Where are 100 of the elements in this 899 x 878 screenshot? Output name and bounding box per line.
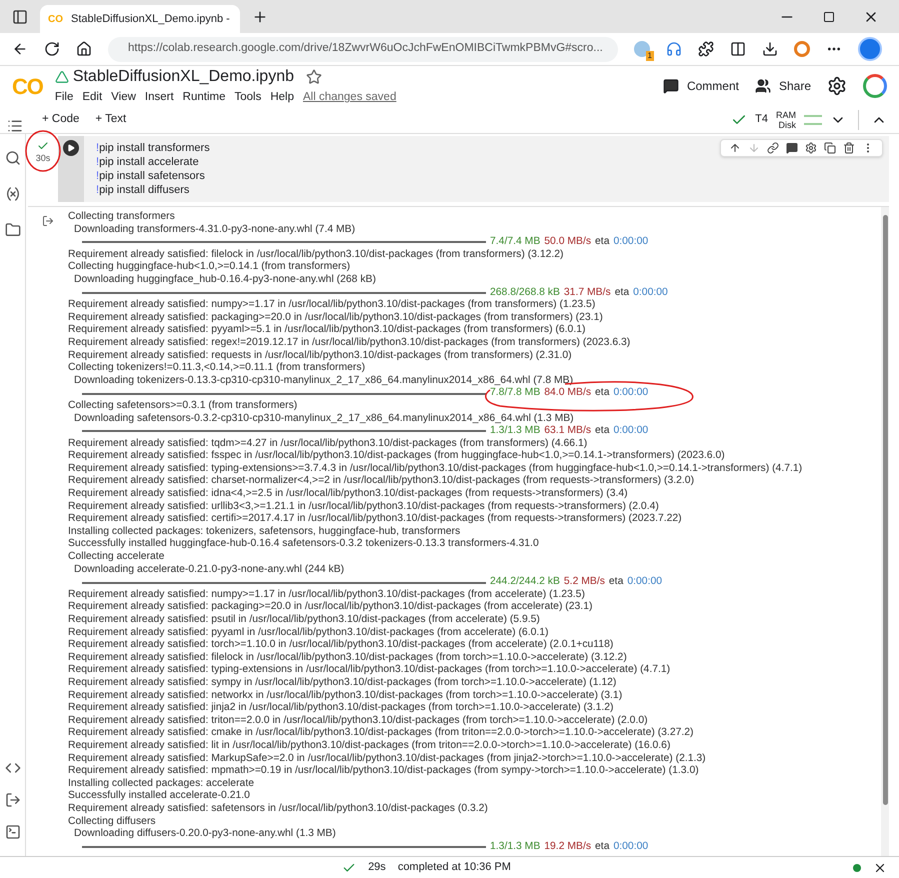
bang-symbol: ! [96,183,100,197]
refresh-icon[interactable] [44,41,60,57]
move-up-icon[interactable] [729,142,741,154]
comment-icon[interactable] [786,142,798,154]
download-amount: 1.3/1.3 MB [490,425,540,438]
code-line: pip install diffusers [99,183,190,197]
download-amount: 244.2/244.2 kB [490,576,560,589]
download-icon[interactable] [762,41,778,57]
output-line: Requirement already satisfied: certifi>=2017.4.17 in /usr/local/lib/python3.10/dist-packages (from requests->transformers) (2023.7.22) [68,513,682,526]
download-speed: 5.2 MB/s [564,576,605,589]
output-line: Downloading safetensors-0.3.2-cp310-cp310-manylinux_2_17_x86_64.manylinux2014_x86_64.whl (1.3 MB) [74,412,574,426]
output-line: Requirement already satisfied: networkx in /usr/local/lib/python3.10/dist-packages (from torch>=1.10.0->accelerate) (3.1) [68,690,622,702]
home-icon[interactable] [76,41,92,57]
eta-label: eta [595,840,610,854]
eta-label: eta [595,387,610,400]
menu-item[interactable]: Help [270,89,294,107]
run-button[interactable] [63,140,79,156]
output-line: Requirement already satisfied: pyyaml>=5.1 in /usr/local/lib/python3.10/dist-packages (from transformers) (6.0.1) [68,324,586,337]
puzzle-icon[interactable] [698,41,714,57]
execution-time: 30s [36,152,50,165]
add-code-button[interactable]: + Code [42,110,80,128]
menu-item[interactable]: Edit [82,89,102,107]
output-line: Collecting diffusers [68,816,156,828]
settings-icon[interactable] [805,142,817,154]
output-line: Requirement already satisfied: idna<4,>=2.5 in /usr/local/lib/python3.10/dist-packages (from requests->transformers) (3.4) [68,488,628,501]
scrollbar[interactable] [881,207,889,856]
save-status[interactable]: All changes saved [303,89,396,107]
output-line: Requirement already satisfied: jinja2 in /usr/local/lib/python3.10/dist-packages (from torch>=1.10.0->accelerate) (3.1.2) [68,702,614,715]
new-tab-icon[interactable] [252,8,268,24]
eta-time: 0:00:00 [613,387,648,400]
code-editor[interactable]: !pip install transformers !pip install accelerate !pip install safetensors !pip install diffusers [84,136,889,202]
share-button[interactable]: Share [754,77,811,95]
tab-actions-icon[interactable] [12,8,28,24]
download-speed: 63.1 MB/s [544,425,592,438]
output-line: Downloading tokenizers-0.13.3-cp310-cp310-manylinux_2_17_x86_64.manylinux2014_x86_64.whl (7.8 MB) [74,374,574,388]
download-speed: 50.0 MB/s [544,236,592,249]
comment-button[interactable]: Comment [662,77,739,95]
menu-item[interactable]: File [54,89,74,107]
play-icon [67,144,75,152]
colab-icon: CO [48,12,63,26]
eta-time: 0:00:00 [633,286,668,300]
variables-icon[interactable] [4,186,20,202]
download-speed: 19.2 MB/s [544,840,592,854]
menu-item[interactable]: Tools [234,89,262,107]
download-amount: 268.8/268.8 kB [490,286,560,300]
back-icon[interactable] [12,41,28,57]
search-icon[interactable] [4,150,20,166]
tab-title: StableDiffusionXL_Demo.ipynb - [71,12,230,27]
maximize-icon[interactable] [823,10,835,22]
address-field[interactable]: https://colab.research.google.com/drive/18ZwvrW6uOcJchFwEnOMIBCiTwmkPBMvG#scro... [108,36,618,62]
output-line: Requirement already satisfied: charset-normalizer<4,>=2 in /usr/local/lib/python3.10/dist-packages (from requests->transformers) (3.2.0) [68,475,694,488]
download-amount: 7.8/7.8 MB [490,387,540,400]
menu-item[interactable]: View [111,89,136,107]
output-line: Requirement already satisfied: urllib3<3,>=1.21.1 in /usr/local/lib/python3.10/dist-packages (from requests->transformers) (2.0.4) [68,500,659,514]
menu-item[interactable]: Runtime [182,89,226,107]
download-speed: 84.0 MB/s [544,387,592,400]
table-of-contents-icon[interactable] [7,118,23,134]
output-line: Downloading transformers-4.31.0-py3-none-any.whl (7.4 MB) [74,224,356,236]
browser-tab[interactable]: CO StableDiffusionXL_Demo.ipynb - [40,5,240,33]
output-line: Requirement already satisfied: lit in /usr/local/lib/python3.10/dist-packages (from triton==2.0.0->torch>=1.10.0->accelerate) (16.0.6) [68,740,670,753]
code-line: pip install safetensors [99,169,205,183]
runtime-label[interactable]: T4 [755,111,768,128]
output-line: Requirement already satisfied: packaging>=20.0 in /usr/local/lib/python3.10/dist-packages (from accelerate) (23.1) [68,601,592,614]
split-view-icon[interactable] [730,41,746,57]
delete-icon[interactable] [843,142,855,154]
eta-label: eta [595,425,610,438]
output-line: Installing collected packages: tokenizers, safetensors, huggingface-hub, transformers [68,526,460,538]
star-icon[interactable] [306,69,322,86]
eta-label: eta [595,236,610,249]
bang-symbol: ! [96,169,100,183]
code-line: pip install transformers [99,141,210,155]
eta-time: 0:00:00 [627,576,662,589]
profile-ring-icon[interactable] [794,41,810,57]
terminal-icon[interactable] [4,824,20,840]
completion-status: completed at 10:36 PM [398,860,511,876]
output-line: Requirement already satisfied: typing-extensions in /usr/local/lib/python3.10/dist-packages (from torch>=1.10.0->accelerate) (4.7.1) [68,664,670,677]
comment-icon [662,78,679,94]
output-line: Collecting transformers [68,211,175,224]
settings-icon[interactable] [827,76,847,96]
menu-item[interactable]: Insert [144,89,174,107]
folder-icon[interactable] [4,222,20,238]
output-line: Downloading diffusers-0.20.0-py3-none-any.whl (1.3 MB) [74,828,336,841]
download-amount: 1.3/1.3 MB [490,840,540,854]
output-line: Requirement already satisfied: sympy in /usr/local/lib/python3.10/dist-packages (from torch>=1.10.0->accelerate) (1.12) [68,676,616,690]
url-text: https://colab.research.google.com/drive/18ZwvrW6uOcJchFwEnOMIBCiTwmkPBMvG#scro... [128,41,603,56]
output-line: Requirement already satisfied: fsspec in /usr/local/lib/python3.10/dist-packages (from huggingface-hub<1.0,>=0.14.1->transformers) (2023.6.0) [68,450,725,463]
output-line: Requirement already satisfied: safetensors in /usr/local/lib/python3.10/dist-packages (0.3.2) [68,802,488,816]
mirror-cell-icon[interactable] [824,142,836,154]
add-text-button[interactable]: + Text [95,110,126,128]
output-line: Downloading huggingface_hub-0.16.4-py3-none-any.whl (268 kB) [74,274,376,287]
account-ring-icon[interactable] [863,74,887,98]
link-icon[interactable] [767,142,779,154]
output-line: Requirement already satisfied: regex!=2019.12.17 in /usr/local/lib/python3.10/dist-packages (from transformers) (2023.6.3) [68,336,630,350]
notebook-title[interactable]: StableDiffusionXL_Demo.ipynb [72,65,294,90]
output-line: Requirement already satisfied: tqdm>=4.27 in /usr/local/lib/python3.10/dist-packages (from transformers) (4.66.1) [68,438,588,450]
output-line: Successfully installed accelerate-0.21.0 [68,790,250,803]
output-line: Collecting accelerate [68,551,164,564]
headphones-icon[interactable] [666,41,682,57]
output-line: Collecting tokenizers!=0.11.3,<0.14,>=0.11.1 (from transformers) [68,362,366,375]
output-line: Requirement already satisfied: mpmath>=0.19 in /usr/local/lib/python3.10/dist-packages (from sympy->torch>=1.10.0->accelerate) (1.3.0) [68,765,699,778]
